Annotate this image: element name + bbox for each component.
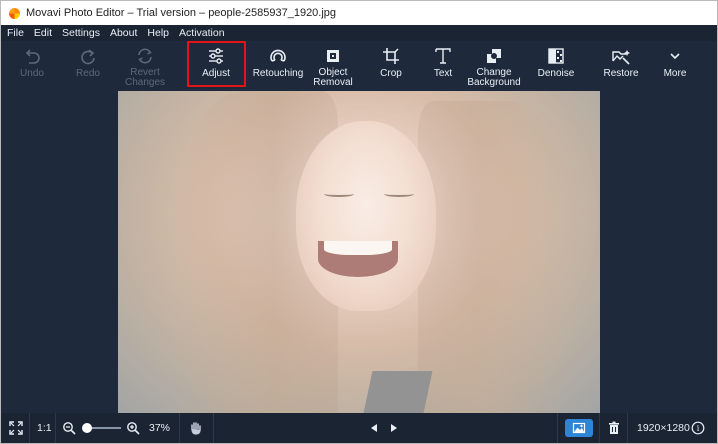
crop-icon bbox=[383, 48, 399, 64]
zoom-out-icon bbox=[63, 422, 76, 435]
retouching-button[interactable]: Retouching bbox=[247, 41, 309, 91]
crop-button[interactable]: Crop bbox=[373, 41, 409, 91]
menu-about[interactable]: About bbox=[110, 27, 137, 39]
eraser-icon bbox=[327, 50, 339, 62]
delete-button[interactable] bbox=[607, 413, 621, 443]
restore-icon bbox=[612, 50, 630, 65]
photo-haze bbox=[118, 91, 600, 413]
previous-image-button[interactable] bbox=[367, 413, 381, 443]
denoise-label: Denoise bbox=[537, 68, 575, 79]
denoise-icon bbox=[548, 48, 564, 64]
arrow-right-icon bbox=[391, 424, 397, 432]
zoom-slider-handle[interactable] bbox=[82, 423, 92, 433]
status-divider bbox=[213, 413, 214, 443]
revert-icon bbox=[138, 48, 152, 64]
hand-tool-button[interactable] bbox=[189, 413, 203, 443]
image-compare-icon bbox=[572, 422, 586, 434]
info-glyph: i bbox=[697, 424, 700, 433]
text-label: Text bbox=[433, 68, 453, 79]
chevron-down-icon bbox=[670, 53, 680, 60]
redo-label: Redo bbox=[76, 68, 100, 79]
restore-button[interactable]: Restore bbox=[599, 41, 643, 91]
fullscreen-icon bbox=[9, 421, 23, 435]
info-button[interactable]: i bbox=[691, 413, 705, 443]
retouch-icon bbox=[270, 49, 286, 62]
zoom-in-button[interactable] bbox=[126, 413, 140, 443]
canvas-area bbox=[1, 91, 717, 413]
zoom-out-button[interactable] bbox=[62, 413, 76, 443]
info-icon: i bbox=[691, 421, 705, 435]
redo-button[interactable]: Redo bbox=[71, 41, 105, 91]
image-dimensions: 1920×1280 bbox=[637, 413, 690, 443]
fit-screen-button[interactable] bbox=[9, 413, 23, 443]
menu-file[interactable]: File bbox=[7, 27, 24, 39]
retouching-label: Retouching bbox=[252, 68, 304, 79]
window-title: Movavi Photo Editor – Trial version – pe… bbox=[26, 7, 337, 19]
photo-canvas[interactable] bbox=[118, 91, 600, 413]
change-background-button[interactable]: Change Background bbox=[465, 41, 523, 91]
menu-activation[interactable]: Activation bbox=[179, 27, 225, 39]
revert-changes-label: Revert Changes bbox=[124, 67, 166, 88]
arrow-left-icon bbox=[371, 424, 377, 432]
next-image-button[interactable] bbox=[387, 413, 401, 443]
status-divider bbox=[557, 413, 558, 443]
hand-icon bbox=[191, 422, 201, 435]
status-divider bbox=[179, 413, 180, 443]
more-button[interactable]: More bbox=[657, 41, 693, 91]
text-button[interactable]: Text bbox=[425, 41, 461, 91]
object-removal-label: Object Removal bbox=[313, 67, 353, 88]
zoom-percentage: 37% bbox=[149, 413, 170, 443]
status-bar: 1:1 37% 1920×1280 i bbox=[1, 413, 717, 443]
status-divider bbox=[29, 413, 30, 443]
app-window: Movavi Photo Editor – Trial version – pe… bbox=[0, 0, 718, 444]
undo-icon bbox=[25, 49, 40, 64]
redo-icon bbox=[81, 49, 95, 65]
status-divider bbox=[599, 413, 600, 443]
background-icon bbox=[487, 49, 501, 63]
menu-bar: File Edit Settings About Help Activation bbox=[1, 25, 717, 41]
status-divider bbox=[55, 413, 56, 443]
undo-label: Undo bbox=[20, 68, 44, 79]
zoom-percentage-text: 37% bbox=[149, 422, 171, 434]
menu-help[interactable]: Help bbox=[147, 27, 169, 39]
change-background-label: Change Background bbox=[467, 67, 521, 88]
compare-view-icon-wrap bbox=[572, 413, 586, 443]
revert-changes-button[interactable]: Revert Changes bbox=[121, 41, 169, 91]
menu-edit[interactable]: Edit bbox=[34, 27, 52, 39]
undo-button[interactable]: Undo bbox=[15, 41, 49, 91]
actual-size-label: 1:1 bbox=[37, 422, 52, 434]
image-dimensions-text: 1920×1280 bbox=[637, 422, 690, 434]
actual-size-button[interactable]: 1:1 bbox=[37, 413, 52, 443]
main-toolbar: Undo Redo Revert Changes Adjust Retouchi… bbox=[1, 41, 717, 91]
trash-icon bbox=[609, 421, 619, 434]
zoom-in-icon bbox=[127, 422, 140, 435]
text-icon bbox=[435, 48, 451, 64]
menu-settings[interactable]: Settings bbox=[62, 27, 100, 39]
denoise-button[interactable]: Denoise bbox=[533, 41, 579, 91]
status-divider bbox=[627, 413, 628, 443]
object-removal-button[interactable]: Object Removal bbox=[309, 41, 357, 91]
adjust-highlight-box bbox=[187, 41, 246, 87]
more-label: More bbox=[663, 68, 687, 79]
movavi-logo-icon bbox=[9, 7, 20, 19]
crop-label: Crop bbox=[380, 68, 402, 79]
title-bar: Movavi Photo Editor – Trial version – pe… bbox=[1, 1, 717, 25]
restore-label: Restore bbox=[603, 68, 639, 79]
